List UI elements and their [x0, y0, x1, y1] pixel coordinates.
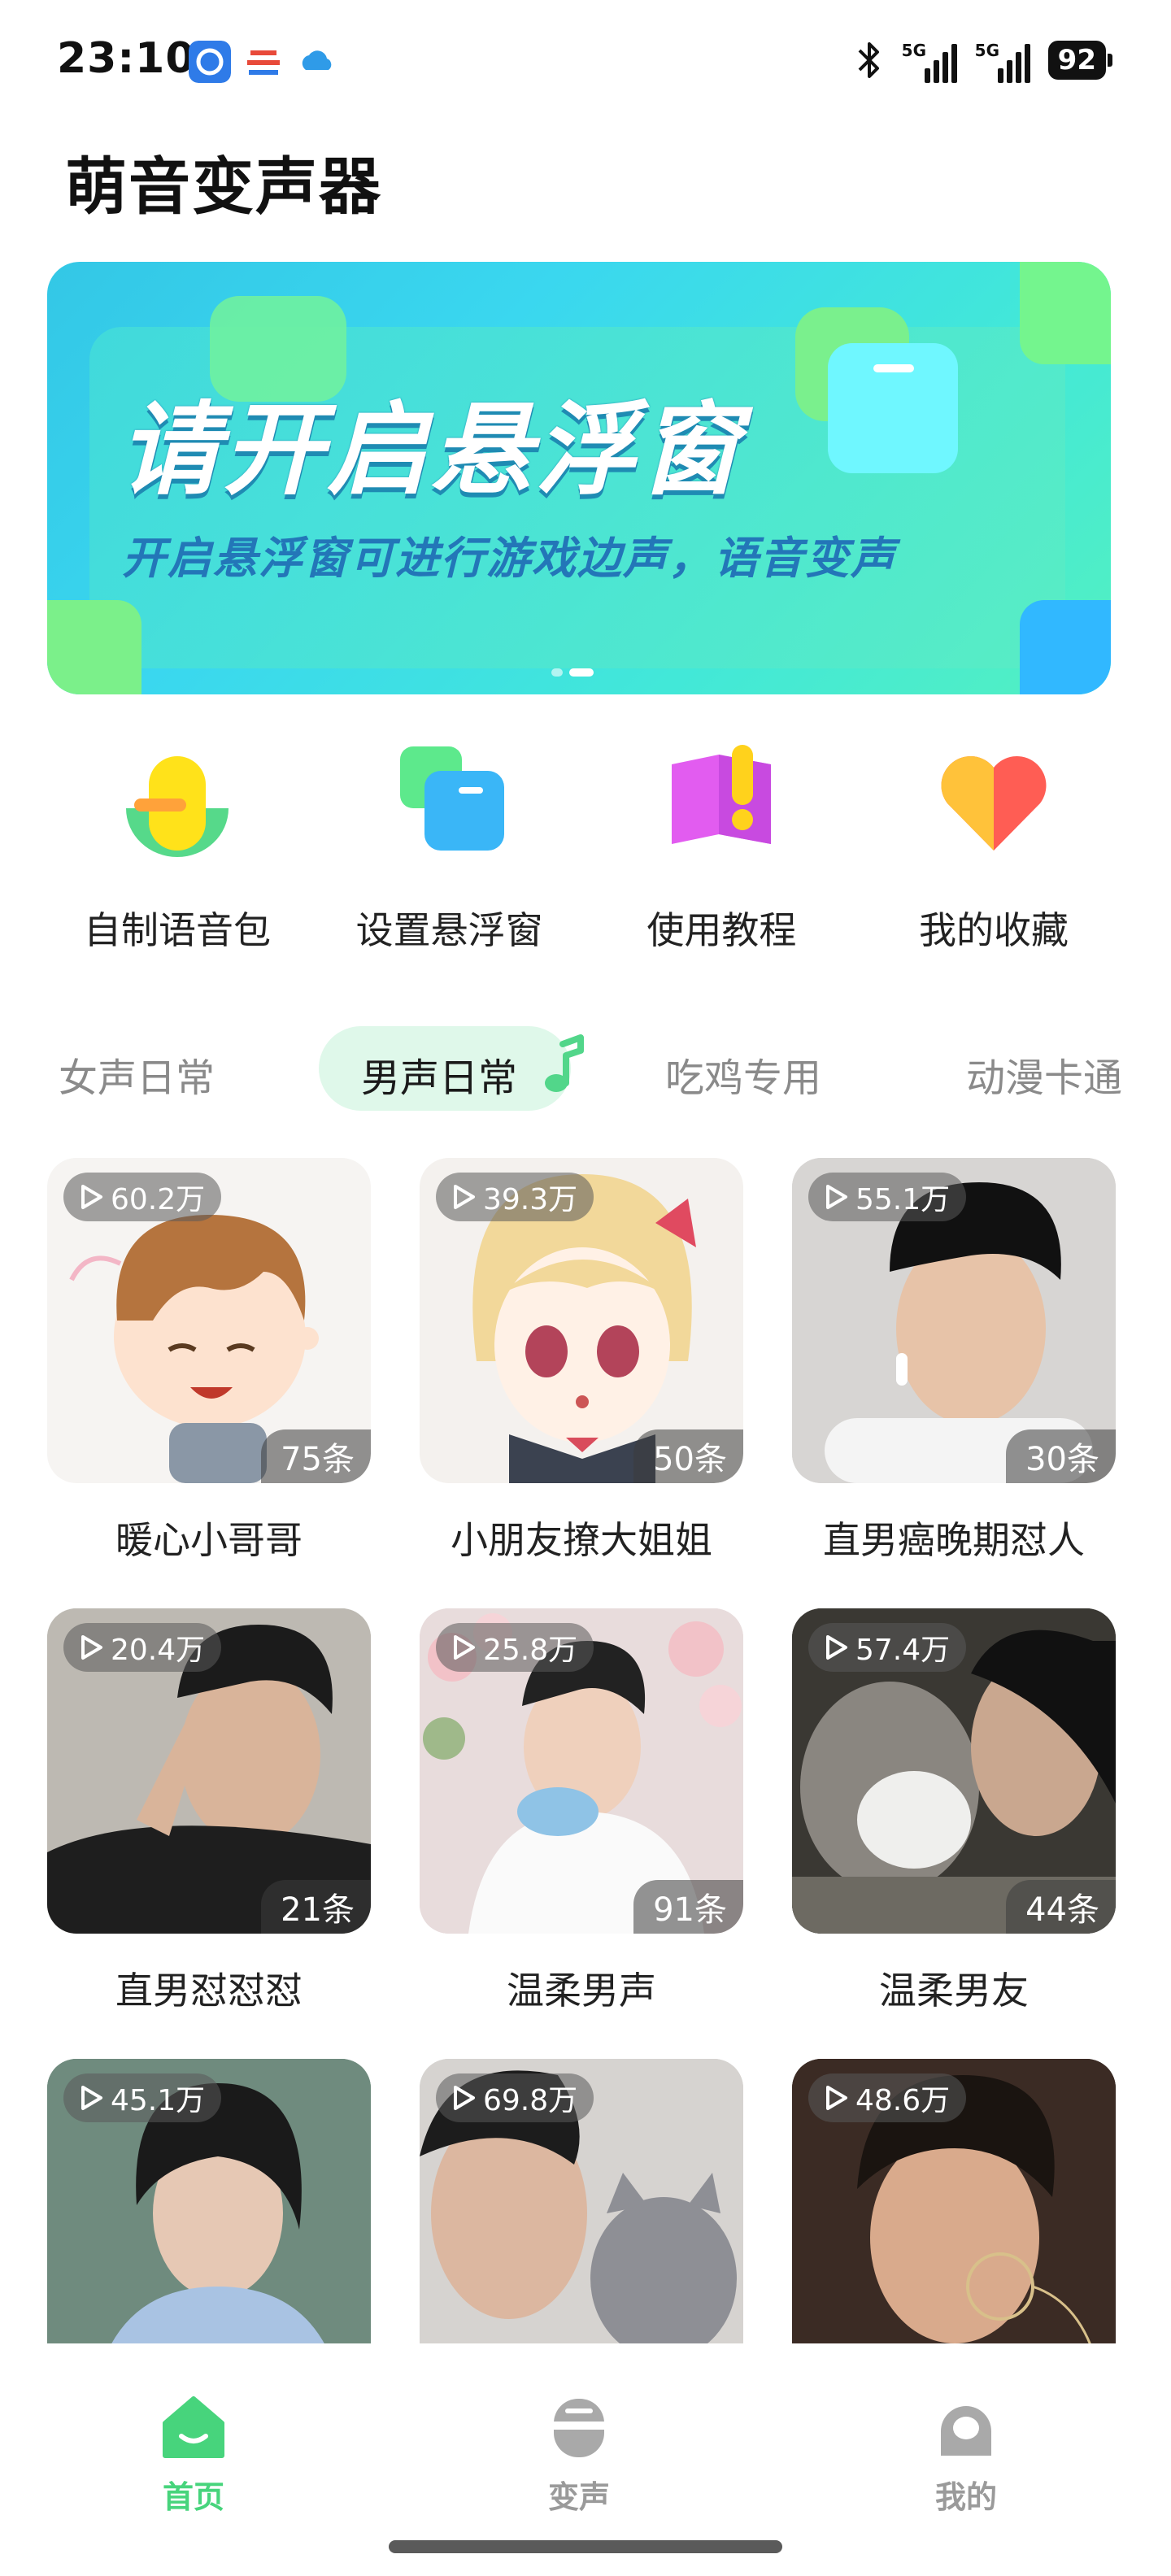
- status-app-icons: [189, 41, 338, 83]
- clip-count-badge: 21条: [261, 1880, 371, 1934]
- play-count-badge: 57.4万: [808, 1623, 967, 1672]
- play-count-badge: 48.6万: [808, 2073, 967, 2122]
- bottom-navigation: 首页 变声 我的: [0, 2343, 1171, 2576]
- signal-icon-2: 5G: [975, 37, 1030, 83]
- category-tabs: 女声日常 男声日常 吃鸡专用 动漫卡通: [0, 1026, 1171, 1116]
- voice-pack-thumbnail: 20.4万 21条: [47, 1608, 371, 1934]
- play-count-badge: 60.2万: [63, 1173, 222, 1221]
- app-icon-cloud: [296, 41, 338, 83]
- quick-action-custom-voice-pack[interactable]: 自制语音包: [47, 740, 307, 955]
- voice-pack-thumbnail: 48.6万: [792, 2059, 1116, 2384]
- voice-pack-thumbnail: 69.8万: [420, 2059, 743, 2384]
- quick-action-label: 设置悬浮窗: [355, 908, 543, 952]
- voice-pack-title: 直男癌晚期怼人: [823, 1518, 1085, 1562]
- page-title: 萌音变声器: [65, 150, 382, 223]
- voice-pack-title: 小朋友撩大姐姐: [451, 1518, 712, 1562]
- app-icon-red: [242, 41, 285, 83]
- play-count-badge: 20.4万: [63, 1623, 222, 1672]
- nav-home[interactable]: 首页: [112, 2391, 275, 2517]
- app-icon-blue: [189, 41, 231, 83]
- profile-icon: [941, 2406, 991, 2456]
- quick-action-tutorial[interactable]: 使用教程: [591, 740, 851, 955]
- tab-pubg[interactable]: 吃鸡专用: [665, 1046, 821, 1103]
- quick-action-favorites[interactable]: 我的收藏: [864, 740, 1124, 955]
- play-count-badge: 25.8万: [436, 1623, 594, 1672]
- voice-pack-thumbnail: 55.1万 30条: [792, 1158, 1116, 1483]
- play-icon: [454, 1185, 475, 1209]
- status-indicators: 5G 5G 92: [855, 37, 1113, 83]
- nav-label: 我的: [934, 2479, 997, 2515]
- play-count-badge: 55.1万: [808, 1173, 967, 1221]
- clip-count-badge: 44条: [1006, 1880, 1116, 1934]
- floating-window-icon: [399, 746, 504, 851]
- banner-subtitle: 开启悬浮窗可进行游戏边声，语音变声: [122, 533, 896, 584]
- voice-pack-card[interactable]: 69.8万: [420, 2059, 743, 2384]
- bluetooth-icon: [858, 42, 879, 78]
- nav-label: 首页: [162, 2479, 224, 2515]
- play-icon: [81, 2086, 102, 2110]
- nav-label: 变声: [547, 2479, 610, 2515]
- banner-heading: 请开启悬浮窗: [119, 392, 744, 509]
- voice-pack-thumbnail: 25.8万 91条: [420, 1608, 743, 1934]
- play-icon: [826, 1185, 847, 1209]
- clip-count-badge: 75条: [261, 1429, 371, 1483]
- voice-pack-card[interactable]: 48.6万: [792, 2059, 1116, 2384]
- pagination-dot-active[interactable]: [569, 668, 594, 677]
- voice-pack-card[interactable]: 20.4万 21条 直男怼怼怼: [47, 1608, 371, 2015]
- battery-indicator: 92: [1047, 41, 1113, 80]
- voice-pack-card[interactable]: 55.1万 30条 直男癌晚期怼人: [792, 1158, 1116, 1564]
- clip-count-badge: 30条: [1006, 1429, 1116, 1483]
- play-count-badge: 69.8万: [436, 2073, 594, 2122]
- nav-profile[interactable]: 我的: [885, 2391, 1047, 2517]
- quick-action-label: 使用教程: [646, 908, 797, 952]
- quick-action-label: 自制语音包: [84, 908, 271, 952]
- home-icon: [163, 2396, 224, 2458]
- voice-pack-title: 暖心小哥哥: [115, 1518, 303, 1562]
- clip-count-badge: 50条: [633, 1429, 743, 1483]
- status-time: 23:10: [57, 34, 196, 83]
- play-icon: [826, 1635, 847, 1660]
- promo-banner[interactable]: 请开启悬浮窗 开启悬浮窗可进行游戏边声，语音变声: [47, 262, 1111, 694]
- book-icon: [672, 745, 772, 844]
- play-icon: [454, 1635, 475, 1660]
- play-icon: [81, 1635, 102, 1660]
- window-graphic-icon: [828, 343, 958, 473]
- home-indicator[interactable]: [389, 2540, 782, 2553]
- voice-pack-thumbnail: 45.1万: [47, 2059, 371, 2384]
- quick-action-floating-window[interactable]: 设置悬浮窗: [320, 740, 580, 955]
- status-bar: 23:10 5G 5G 92: [0, 0, 1171, 122]
- microphone-icon: [126, 756, 229, 857]
- voice-pack-card[interactable]: 39.3万 50条 小朋友撩大姐姐: [420, 1158, 743, 1564]
- voice-pack-card[interactable]: 45.1万: [47, 2059, 371, 2384]
- nav-voice-change[interactable]: 变声: [498, 2391, 660, 2517]
- voice-pack-card[interactable]: 60.2万 75条 暖心小哥哥: [47, 1158, 371, 1564]
- play-icon: [81, 1185, 102, 1209]
- tab-anime-cartoon[interactable]: 动漫卡通: [966, 1046, 1122, 1103]
- pagination-dot[interactable]: [551, 668, 563, 677]
- voice-pack-title: 温柔男友: [879, 1969, 1029, 2012]
- quick-action-label: 我的收藏: [918, 908, 1069, 952]
- clip-count-badge: 91条: [633, 1880, 743, 1934]
- play-icon: [826, 2086, 847, 2110]
- voice-pack-thumbnail: 60.2万 75条: [47, 1158, 371, 1483]
- voice-pack-title: 直男怼怼怼: [115, 1969, 303, 2012]
- banner-pagination: [551, 668, 594, 677]
- voice-pack-card[interactable]: 25.8万 91条 温柔男声: [420, 1608, 743, 2015]
- voice-pack-thumbnail: 57.4万 44条: [792, 1608, 1116, 1934]
- voice-pack-card[interactable]: 57.4万 44条 温柔男友: [792, 1608, 1116, 2015]
- heart-icon: [941, 756, 1047, 851]
- voice-pack-title: 温柔男声: [507, 1969, 656, 2012]
- tab-male-daily[interactable]: 男声日常: [361, 1046, 517, 1103]
- play-count-badge: 45.1万: [63, 2073, 222, 2122]
- voice-change-icon: [554, 2399, 604, 2457]
- play-icon: [454, 2086, 475, 2110]
- music-note-icon: [545, 1034, 584, 1092]
- quick-actions: 自制语音包 设置悬浮窗 使用教程 我的收藏: [47, 740, 1124, 955]
- signal-icon: 5G: [902, 37, 957, 83]
- voice-pack-thumbnail: 39.3万 50条: [420, 1158, 743, 1483]
- play-count-badge: 39.3万: [436, 1173, 594, 1221]
- tab-female-daily[interactable]: 女声日常: [59, 1046, 215, 1103]
